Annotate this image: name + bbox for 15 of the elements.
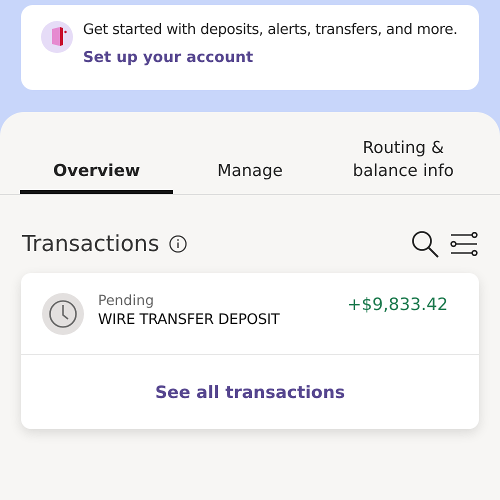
clock-icon bbox=[42, 293, 84, 335]
tab[interactable]: Overview bbox=[20, 130, 174, 194]
door-icon bbox=[41, 21, 73, 53]
setup-message: Get started with deposits, alerts, transfers, and more. bbox=[83, 22, 458, 38]
transaction-status: Pending bbox=[98, 293, 155, 309]
transaction-amount: +$9,833.42 bbox=[347, 294, 448, 315]
filter-icon[interactable] bbox=[450, 232, 478, 256]
tab[interactable]: Routing & balance info bbox=[326, 130, 480, 194]
section-title: Transactions bbox=[22, 232, 160, 256]
search-icon[interactable] bbox=[410, 229, 440, 259]
tab[interactable]: Manage bbox=[173, 130, 327, 194]
transaction-description: WIRE TRANSFER DEPOSIT bbox=[98, 312, 281, 328]
see-all-link[interactable]: See all transactions bbox=[21, 355, 479, 429]
info-icon[interactable] bbox=[169, 235, 188, 253]
setup-account-link[interactable]: Set up your account bbox=[83, 48, 254, 66]
